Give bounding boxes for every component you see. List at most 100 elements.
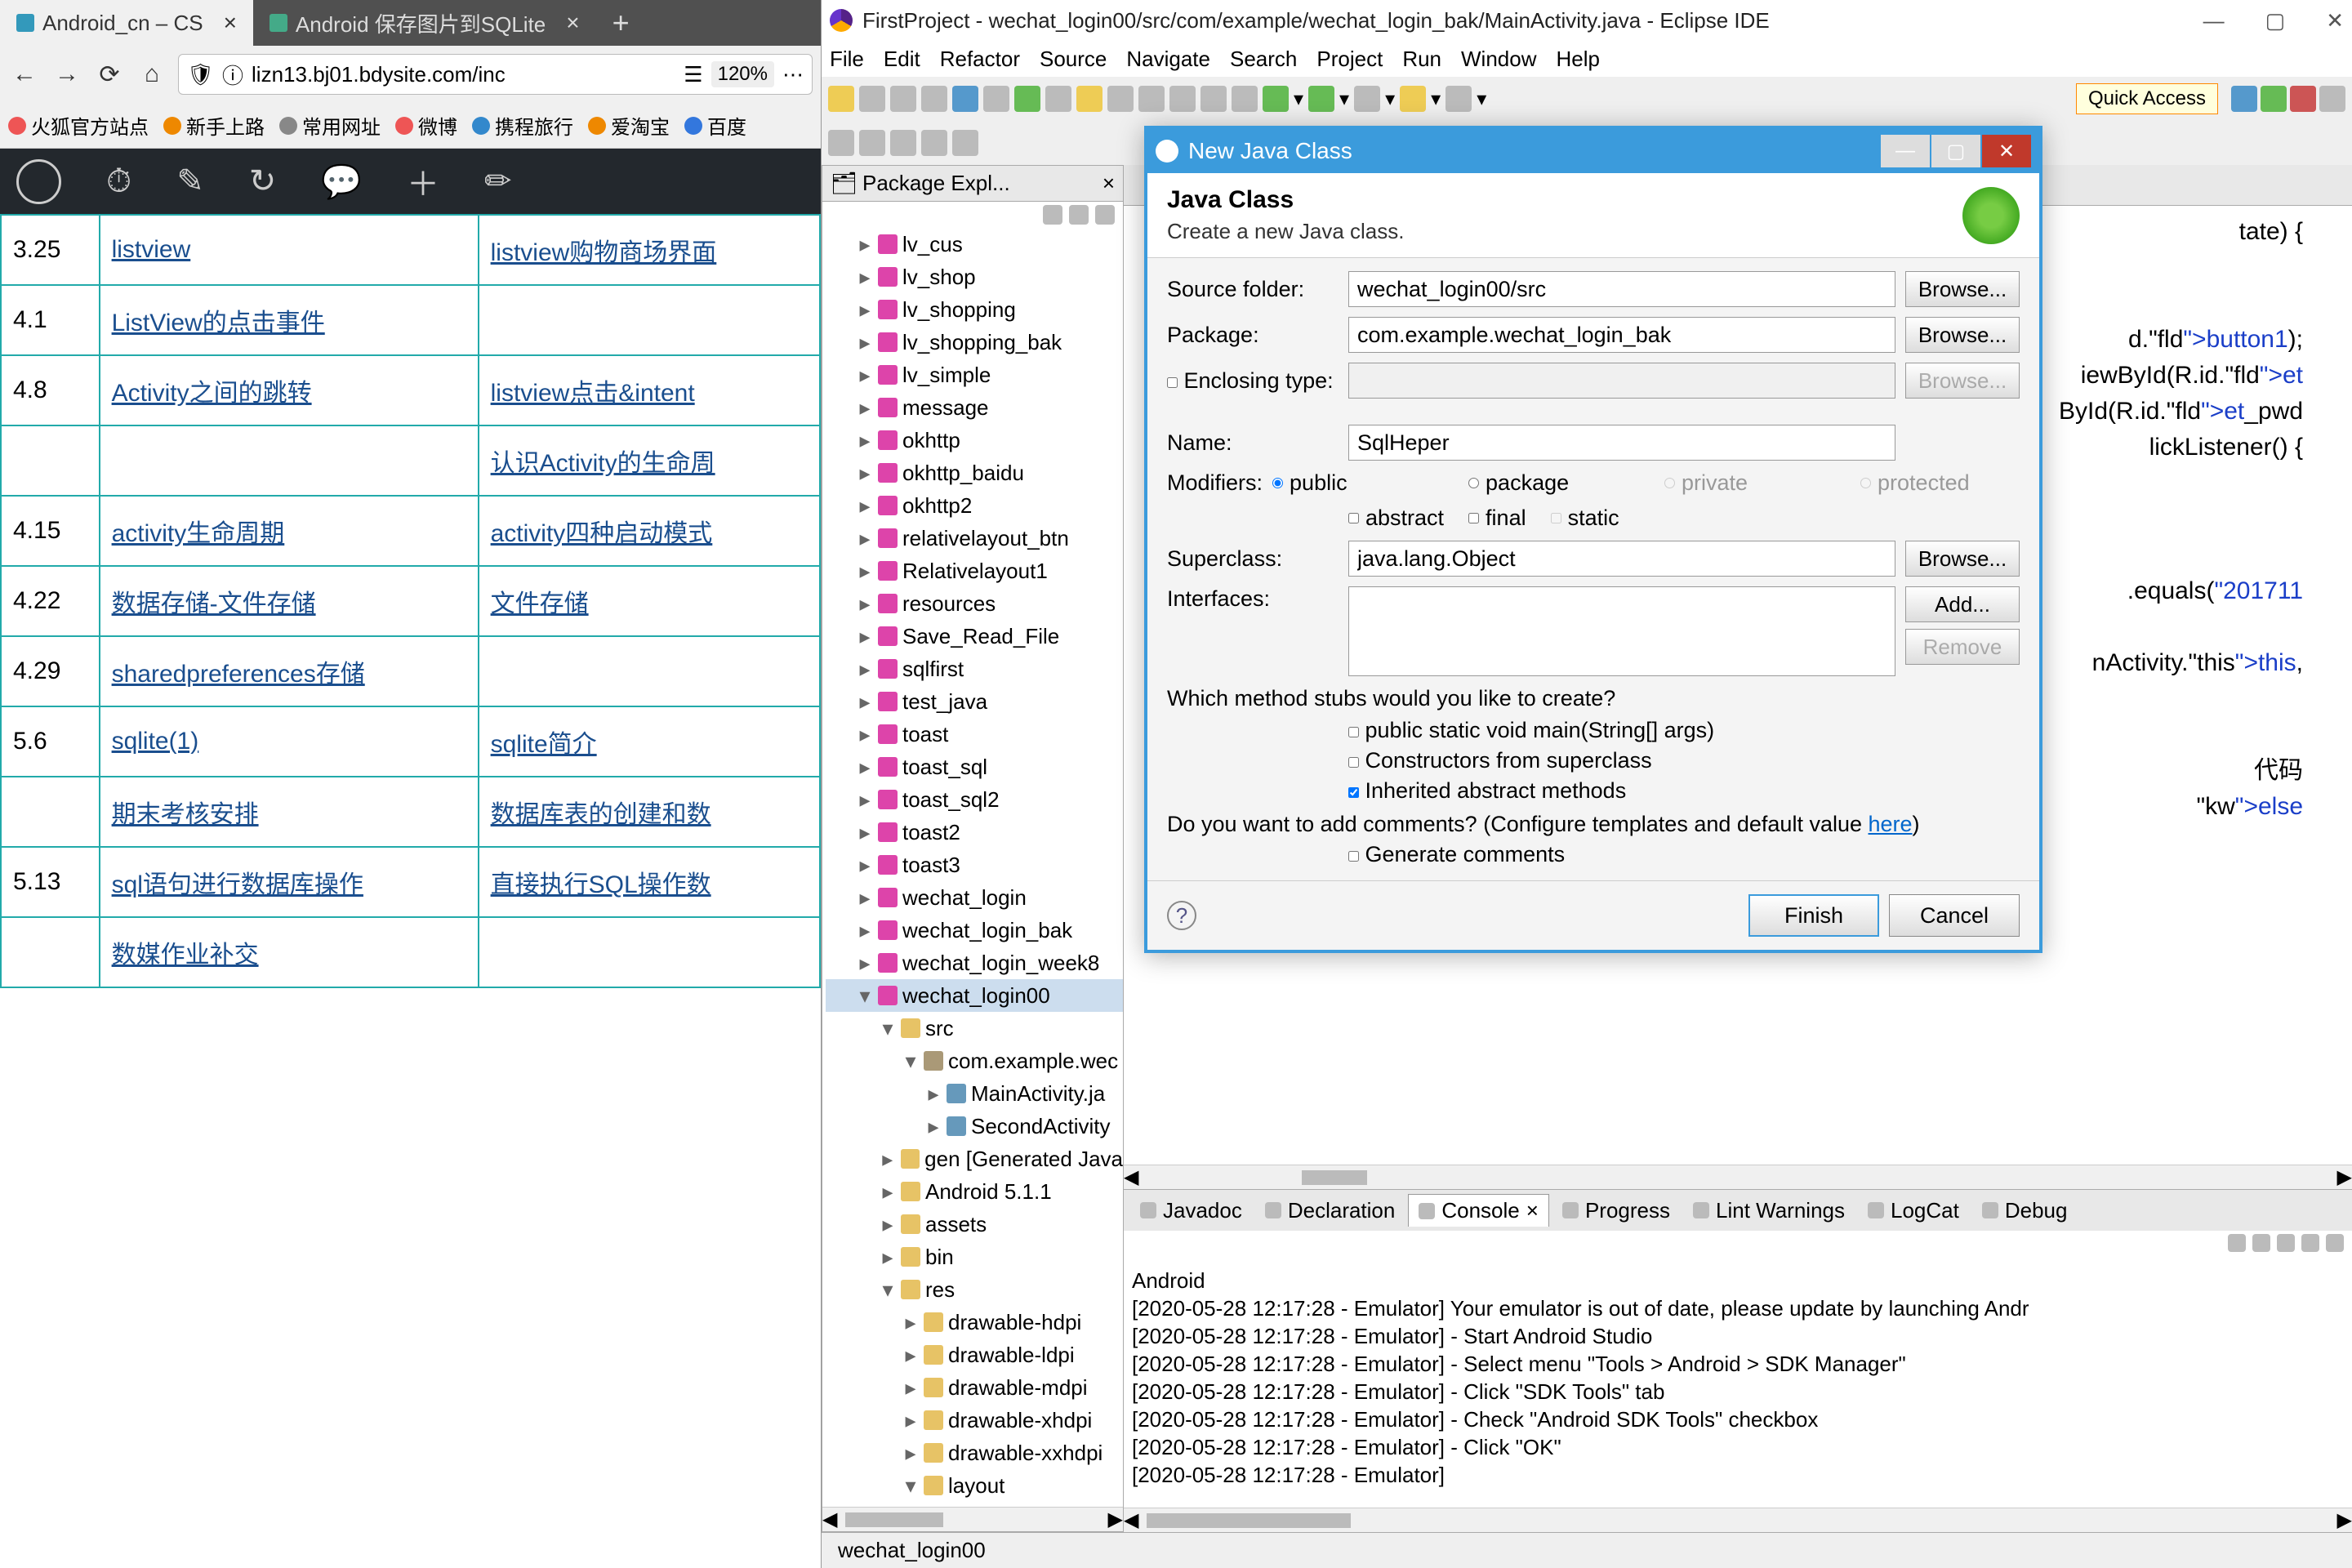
- brush-icon[interactable]: ✎: [176, 163, 204, 200]
- tree-node[interactable]: ▾layout: [826, 1469, 1123, 1502]
- class-icon[interactable]: [1138, 86, 1165, 112]
- device-icon[interactable]: [952, 86, 978, 112]
- next-annotation-icon[interactable]: [952, 130, 978, 156]
- menu-help[interactable]: Help: [1557, 47, 1600, 72]
- twisty-icon[interactable]: ▸: [857, 587, 873, 620]
- reload-button[interactable]: ⟳: [93, 58, 126, 91]
- twisty-icon[interactable]: ▸: [857, 326, 873, 359]
- console-tab-logcat[interactable]: LogCat: [1858, 1195, 1969, 1227]
- back-nav-icon[interactable]: [828, 130, 854, 156]
- twisty-icon[interactable]: ▸: [857, 457, 873, 489]
- enclosing-checkbox[interactable]: [1167, 377, 1178, 388]
- tree-node[interactable]: ▸resources: [826, 587, 1123, 620]
- topic-link[interactable]: sharedpreferences存储: [112, 661, 365, 688]
- save-all-icon[interactable]: [890, 86, 916, 112]
- tree-node[interactable]: ▾wechat_login00: [826, 979, 1123, 1012]
- tree-node[interactable]: ▸lv_shopping_bak: [826, 326, 1123, 359]
- display-console-icon[interactable]: [2301, 1234, 2319, 1252]
- twisty-icon[interactable]: ▾: [880, 1273, 896, 1306]
- browse-button[interactable]: Browse...: [1905, 541, 2020, 577]
- twisty-icon[interactable]: ▸: [857, 293, 873, 326]
- plus-icon[interactable]: ＋: [407, 158, 439, 205]
- project-tree[interactable]: ▸lv_cus▸lv_shop▸lv_shopping▸lv_shopping_…: [822, 228, 1123, 1507]
- new-icon[interactable]: [828, 86, 854, 112]
- scroll-lock-icon[interactable]: [2252, 1234, 2270, 1252]
- tree-node[interactable]: ▸lv_shopping: [826, 293, 1123, 326]
- generate-comments-checkbox[interactable]: Generate comments: [1348, 842, 2020, 867]
- tree-node[interactable]: ▸toast_sql2: [826, 783, 1123, 816]
- twisty-icon[interactable]: ▸: [857, 555, 873, 587]
- detail-link[interactable]: listview购物商场界面: [491, 239, 717, 266]
- ddms-perspective-icon[interactable]: [2290, 86, 2316, 112]
- bookmark-item[interactable]: 微博: [395, 111, 457, 140]
- editor-scrollbar[interactable]: ◀▶: [1124, 1165, 2352, 1189]
- twisty-icon[interactable]: ▾: [857, 979, 873, 1012]
- zoom-level[interactable]: 120%: [711, 61, 774, 87]
- tree-node[interactable]: ▸drawable-hdpi: [826, 1306, 1123, 1339]
- close-icon[interactable]: ×: [1102, 171, 1115, 196]
- menu-project[interactable]: Project: [1316, 47, 1383, 72]
- twisty-icon[interactable]: ▸: [857, 914, 873, 947]
- close-icon[interactable]: ×: [224, 10, 237, 36]
- here-link[interactable]: here: [1869, 812, 1913, 836]
- source-folder-input[interactable]: [1348, 271, 1895, 307]
- close-button[interactable]: ✕: [1982, 135, 2031, 167]
- twisty-icon[interactable]: ▸: [880, 1208, 896, 1241]
- name-input[interactable]: [1348, 425, 1895, 461]
- tree-node[interactable]: ▸SecondActivity: [826, 1110, 1123, 1143]
- console-tab-javadoc[interactable]: Javadoc: [1130, 1195, 1252, 1227]
- menu-file[interactable]: File: [830, 47, 864, 72]
- tree-node[interactable]: ▸sqlfirst: [826, 653, 1123, 685]
- package-radio[interactable]: package: [1468, 470, 1640, 496]
- topic-link[interactable]: Activity之间的跳转: [112, 380, 312, 407]
- tree-node[interactable]: ▸Relativelayout1: [826, 555, 1123, 587]
- topic-link[interactable]: ListView的点击事件: [112, 310, 325, 336]
- inherited-checkbox[interactable]: Inherited abstract methods: [1348, 778, 2020, 804]
- bookmark-item[interactable]: 新手上路: [163, 111, 265, 140]
- console-tab-progress[interactable]: Progress: [1552, 1195, 1680, 1227]
- tree-node[interactable]: ▸wechat_login_bak: [826, 914, 1123, 947]
- tree-node[interactable]: ▸drawable-xhdpi: [826, 1404, 1123, 1437]
- quick-access[interactable]: Quick Access: [2076, 83, 2218, 114]
- refresh-icon[interactable]: ↻: [249, 163, 277, 200]
- sdk-icon[interactable]: [983, 86, 1009, 112]
- tree-node[interactable]: ▾src: [826, 1012, 1123, 1045]
- detail-link[interactable]: activity四种启动模式: [491, 520, 713, 547]
- tree-scrollbar[interactable]: ◀▶: [822, 1507, 1123, 1531]
- topic-link[interactable]: 数媒作业补交: [112, 942, 259, 969]
- menu-window[interactable]: Window: [1461, 47, 1536, 72]
- twisty-icon[interactable]: ▸: [880, 1175, 896, 1208]
- menu-icon[interactable]: ⋯: [782, 62, 804, 87]
- tree-node[interactable]: ▸okhttp_baidu: [826, 457, 1123, 489]
- menu-run[interactable]: Run: [1402, 47, 1441, 72]
- tree-node[interactable]: ▸Android 5.1.1: [826, 1175, 1123, 1208]
- bookmark-item[interactable]: 火狐官方站点: [8, 111, 149, 140]
- browse-button[interactable]: Browse...: [1905, 271, 2020, 307]
- home-button[interactable]: ⌂: [136, 58, 168, 91]
- menu-refactor[interactable]: Refactor: [940, 47, 1020, 72]
- tree-node[interactable]: ▸message: [826, 391, 1123, 424]
- link-editor-icon[interactable]: [1069, 205, 1089, 225]
- tree-node[interactable]: ▸drawable-xxhdpi: [826, 1437, 1123, 1469]
- twisty-icon[interactable]: ▸: [857, 685, 873, 718]
- tree-node[interactable]: ▸MainActivity.ja: [826, 1077, 1123, 1110]
- dialog-title-bar[interactable]: New Java Class — ▢ ✕: [1147, 129, 2039, 173]
- menu-search[interactable]: Search: [1230, 47, 1297, 72]
- twisty-icon[interactable]: ▸: [857, 881, 873, 914]
- final-checkbox[interactable]: final: [1468, 506, 1526, 531]
- tree-node[interactable]: ▸wechat_login: [826, 881, 1123, 914]
- forward-button[interactable]: →: [51, 58, 83, 91]
- last-edit-icon[interactable]: [890, 130, 916, 156]
- twisty-icon[interactable]: ▸: [857, 751, 873, 783]
- tree-node[interactable]: ▸wechat_login_week8: [826, 947, 1123, 979]
- topic-link[interactable]: listview: [112, 236, 191, 263]
- detail-link[interactable]: listview点击&intent: [491, 380, 695, 407]
- twisty-icon[interactable]: ▸: [857, 359, 873, 391]
- tree-node[interactable]: ▸okhttp: [826, 424, 1123, 457]
- collapse-all-icon[interactable]: [1043, 205, 1062, 225]
- tree-node[interactable]: ▸drawable-ldpi: [826, 1339, 1123, 1371]
- close-icon[interactable]: ×: [566, 10, 579, 36]
- package-icon[interactable]: [1107, 86, 1134, 112]
- twisty-icon[interactable]: ▸: [902, 1437, 919, 1469]
- tree-node[interactable]: ▸lv_simple: [826, 359, 1123, 391]
